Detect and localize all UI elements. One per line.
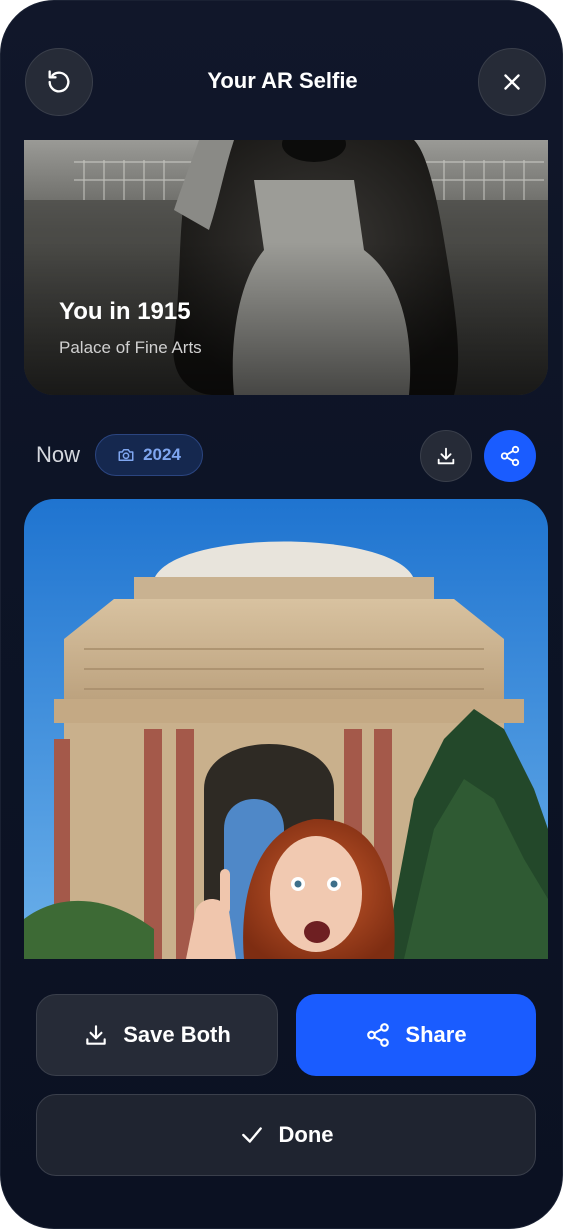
download-icon	[437, 447, 455, 465]
year-badge: 2024	[95, 434, 203, 476]
camera-icon	[118, 449, 134, 461]
share-label: Share	[405, 1022, 467, 1047]
now-label: Now	[36, 442, 81, 467]
done-button[interactable]: Done	[36, 1094, 536, 1176]
palace-photo	[24, 499, 548, 959]
done-label: Done	[278, 1122, 334, 1147]
then-photo-card[interactable]: You in 1915 Palace of Fine Arts	[24, 140, 548, 395]
then-caption-location: Palace of Fine Arts	[59, 338, 202, 357]
save-both-button[interactable]: Save Both	[36, 994, 278, 1076]
save-both-label: Save Both	[123, 1022, 231, 1047]
share-now-button[interactable]	[484, 430, 536, 482]
share-icon	[367, 1023, 390, 1047]
download-icon	[86, 1025, 106, 1045]
share-button[interactable]: Share	[296, 994, 536, 1076]
now-photo-card[interactable]	[24, 499, 548, 959]
check-icon	[241, 1127, 262, 1143]
download-now-button[interactable]	[420, 430, 472, 482]
ar-selfie-screen: Your AR Selfie You in 1915 Palace of Fin…	[0, 0, 563, 1229]
close-icon	[504, 74, 520, 90]
close-button[interactable]	[478, 48, 546, 116]
share-icon	[500, 445, 520, 467]
year-text: 2024	[143, 445, 181, 464]
then-caption-title: You in 1915	[59, 298, 191, 325]
